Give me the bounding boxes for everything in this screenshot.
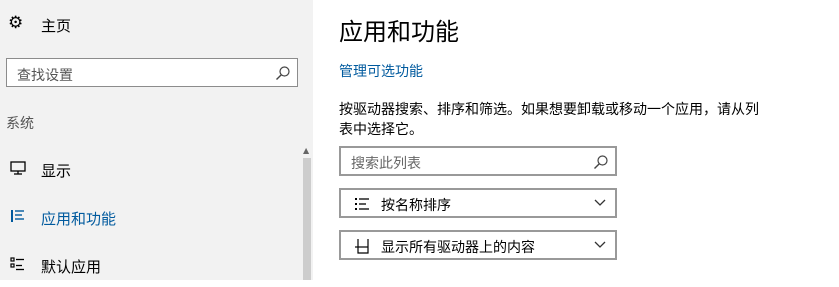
default-apps-icon bbox=[10, 257, 24, 271]
sidebar-item-display[interactable]: 显示 bbox=[0, 147, 295, 191]
scrollbar-thumb[interactable] bbox=[303, 158, 311, 280]
sidebar: ⚙ 主页 查找设置 系统 显示 应用和功能 默认应用 ▲ bbox=[0, 0, 313, 280]
description-text: 按驱动器搜索、排序和筛选。如果想要卸载或移动一个应用，请从列表中选择它。 bbox=[339, 102, 759, 138]
app-list-search-placeholder: 搜索此列表 bbox=[351, 156, 421, 172]
sort-dropdown-value: 按名称排序 bbox=[381, 198, 451, 214]
sidebar-scrollbar[interactable]: ▲ bbox=[301, 146, 313, 280]
sidebar-item-label: 默认应用 bbox=[41, 258, 102, 276]
chevron-down-icon bbox=[594, 241, 606, 248]
settings-search-input[interactable]: 查找设置 bbox=[6, 58, 298, 87]
page-title: 应用和功能 bbox=[339, 18, 459, 46]
app-list-search-input[interactable]: 搜索此列表 bbox=[339, 146, 617, 176]
sidebar-item-apps-features[interactable]: 应用和功能 bbox=[0, 195, 295, 239]
main-content: 应用和功能 管理可选功能 按驱动器搜索、排序和筛选。如果想要卸载或移动一个应用，… bbox=[313, 0, 839, 280]
settings-search-placeholder: 查找设置 bbox=[17, 68, 73, 84]
scroll-up-arrow-icon[interactable]: ▲ bbox=[303, 146, 309, 155]
search-icon[interactable] bbox=[593, 154, 609, 170]
sidebar-item-default-apps[interactable]: 默认应用 bbox=[0, 243, 295, 287]
section-label-system: 系统 bbox=[6, 116, 34, 132]
sort-icon bbox=[355, 198, 369, 210]
list-icon bbox=[11, 210, 24, 222]
sidebar-item-label: 应用和功能 bbox=[41, 210, 117, 228]
sidebar-item-label: 显示 bbox=[41, 162, 72, 180]
drive-icon bbox=[355, 239, 369, 254]
sort-dropdown[interactable]: 按名称排序 bbox=[339, 188, 617, 218]
chevron-down-icon bbox=[594, 199, 606, 206]
manage-optional-features-link[interactable]: 管理可选功能 bbox=[339, 61, 423, 81]
home-nav-item[interactable]: ⚙ 主页 bbox=[0, 0, 313, 48]
drive-filter-value: 显示所有驱动器上的内容 bbox=[381, 240, 535, 256]
home-label: 主页 bbox=[41, 17, 72, 35]
monitor-icon bbox=[10, 161, 26, 175]
gear-icon: ⚙ bbox=[8, 13, 24, 33]
search-icon[interactable] bbox=[275, 65, 291, 81]
drive-filter-dropdown[interactable]: 显示所有驱动器上的内容 bbox=[339, 230, 617, 260]
